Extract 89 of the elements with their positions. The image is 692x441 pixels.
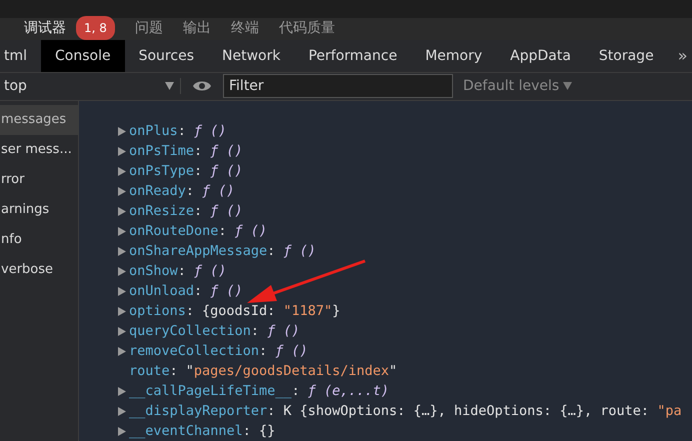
expand-arrow-icon[interactable]	[118, 246, 126, 256]
property-key: onReady	[129, 183, 186, 199]
sidebar-item[interactable]: messages	[0, 105, 78, 135]
expand-arrow-icon[interactable]	[118, 326, 126, 336]
property-value: ƒ (e,...t)	[308, 383, 389, 399]
property-value: ƒ ()	[202, 183, 235, 199]
expand-arrow-icon[interactable]	[118, 166, 126, 176]
panel-tab[interactable]: 输出	[182, 17, 211, 40]
colon: :	[250, 323, 260, 339]
property-key: onPlus	[129, 123, 178, 139]
property-key: onPsTime	[129, 143, 194, 159]
colon: :	[218, 223, 227, 239]
panel-tab[interactable]: 问题	[134, 17, 163, 40]
colon: :	[259, 343, 268, 359]
panel-tab[interactable]: 代码质量	[278, 17, 335, 40]
property-value: ƒ ()	[275, 343, 308, 359]
expand-arrow-icon[interactable]	[118, 426, 126, 436]
devtools-tab[interactable]: tml	[0, 40, 42, 72]
count-badge: 1, 8	[76, 16, 115, 40]
sidebar-item[interactable]: verbose	[0, 255, 78, 285]
property-key: route	[129, 363, 170, 379]
colon: :	[186, 303, 194, 319]
panel-tab[interactable]: 终端	[230, 17, 259, 40]
devtools-tab[interactable]: AppData	[496, 40, 585, 72]
property-value: "pages/goodsDetails/index"	[186, 363, 398, 379]
colon: :	[292, 383, 300, 399]
property-value: {}	[258, 423, 276, 439]
property-key: __displayReporter	[129, 403, 268, 419]
colon: :	[267, 243, 276, 259]
property-key: queryCollection	[129, 323, 251, 339]
expand-arrow-icon[interactable]	[118, 266, 126, 276]
colon: :	[194, 203, 202, 219]
expand-arrow-icon[interactable]	[118, 206, 126, 216]
colon: :	[170, 363, 178, 379]
property-value: ƒ ()	[194, 263, 226, 279]
devtools-tab[interactable]: Memory	[411, 40, 496, 72]
expand-arrow-icon[interactable]	[118, 286, 126, 296]
devtools-tab[interactable]: Console	[41, 40, 125, 72]
property-key: onShareAppMessage	[129, 243, 268, 259]
expand-arrow-icon[interactable]	[118, 186, 126, 196]
expand-arrow-icon[interactable]	[118, 226, 126, 236]
property-value: {goodsId: "1187"}	[202, 303, 340, 319]
sidebar-item[interactable]: ser mess...	[0, 135, 78, 165]
property-value: ƒ ()	[210, 203, 243, 219]
property-value: ƒ ()	[210, 163, 243, 179]
expand-arrow-icon[interactable]	[118, 146, 126, 156]
expand-arrow-icon[interactable]	[118, 346, 126, 356]
property-value: K {showOptions: {…}, hideOptions: {…}, route: "pa	[283, 403, 682, 419]
property-key: onRouteDone	[129, 223, 218, 239]
caret-icon	[165, 82, 174, 90]
property-value: ƒ ()	[210, 143, 243, 159]
expand-arrow-icon[interactable]	[118, 306, 126, 316]
colon: :	[242, 423, 251, 439]
colon: :	[267, 403, 276, 419]
expand-arrow-icon[interactable]	[118, 126, 126, 136]
property-value: ƒ ()	[210, 283, 243, 299]
filter-field[interactable]: Filter	[223, 74, 453, 98]
sidebar-item[interactable]: arnings	[0, 195, 78, 225]
property-key: options	[129, 303, 186, 319]
caret-icon	[563, 82, 572, 90]
expand-arrow-icon[interactable]	[118, 406, 126, 416]
colon: :	[186, 183, 194, 199]
devtools-tab[interactable]: Performance	[294, 40, 412, 72]
colon: :	[178, 263, 186, 279]
property-value: ƒ ()	[234, 223, 268, 239]
property-value: ƒ ()	[194, 123, 226, 139]
sidebar-item[interactable]: rror	[0, 165, 78, 195]
sidebar-item[interactable]: nfo	[0, 225, 78, 255]
property-key: __callPageLifeTime__	[129, 383, 292, 399]
devtools-tab[interactable]: Sources	[124, 40, 208, 72]
colon: :	[194, 283, 202, 299]
property-value: ƒ ()	[283, 243, 316, 259]
property-value: ƒ ()	[267, 323, 300, 339]
devtools-tab[interactable]: Network	[208, 40, 294, 72]
property-key: onUnload	[129, 283, 194, 299]
colon: :	[178, 123, 186, 139]
property-key: onResize	[129, 203, 194, 219]
property-key: removeCollection	[129, 343, 260, 359]
property-key: __eventChannel	[129, 423, 243, 439]
more-tabs-button[interactable]: »	[668, 40, 692, 72]
property-key: onPsType	[129, 163, 194, 179]
context-dropdown[interactable]: top	[0, 78, 181, 94]
property-key: onShow	[129, 263, 178, 279]
eye-icon[interactable]	[192, 79, 212, 94]
colon: :	[194, 143, 202, 159]
colon: :	[194, 163, 202, 179]
levels-dropdown[interactable]: Default levels	[463, 78, 572, 94]
expand-arrow-icon[interactable]	[118, 386, 126, 396]
devtools-tab[interactable]: Storage	[584, 40, 668, 72]
